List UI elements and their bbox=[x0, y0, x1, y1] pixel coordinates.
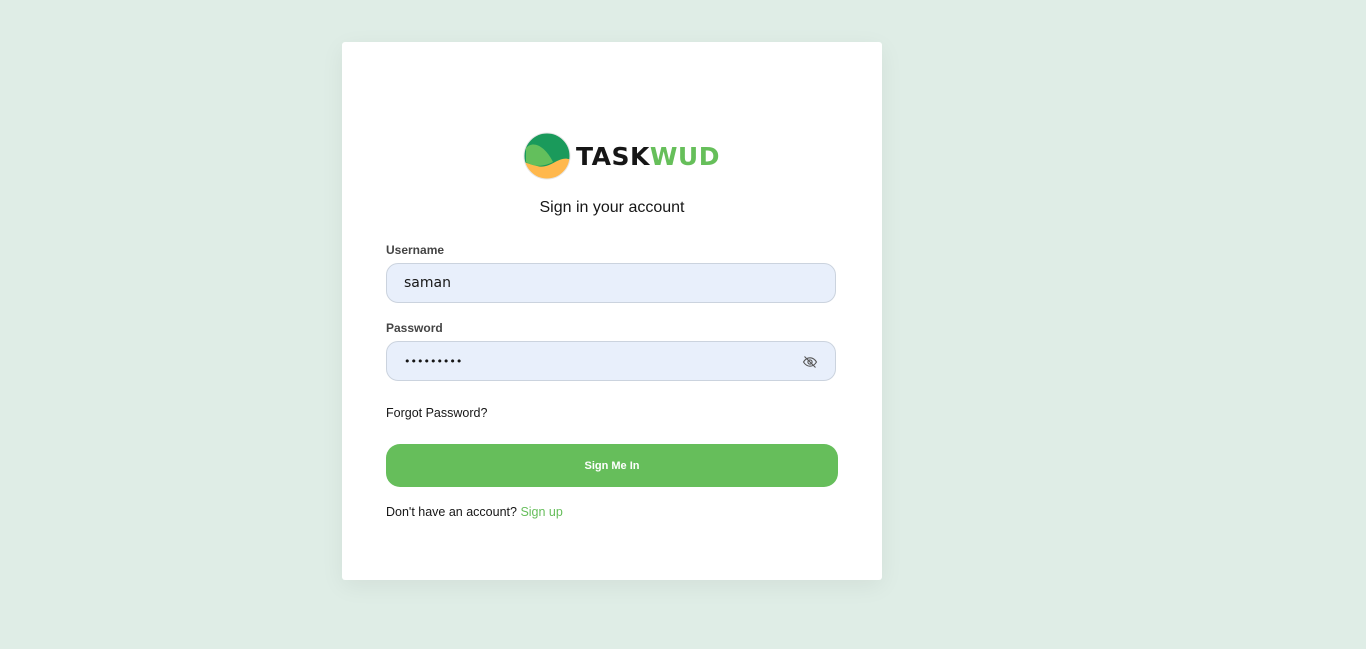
signup-link[interactable]: Sign up bbox=[520, 505, 562, 519]
signup-prompt: Don't have an account? Sign up bbox=[386, 505, 563, 519]
password-value: ••••••••• bbox=[404, 354, 463, 368]
username-value: saman bbox=[404, 275, 451, 291]
username-label: Username bbox=[386, 243, 445, 257]
password-field[interactable]: ••••••••• bbox=[386, 341, 836, 381]
brand-logo: TASKWUD bbox=[523, 132, 720, 180]
brand-name-green: WUD bbox=[649, 141, 720, 171]
login-card: TASKWUD Sign in your account Username sa… bbox=[342, 42, 882, 580]
no-account-text: Don't have an account? bbox=[386, 505, 517, 519]
taskwud-logo-icon bbox=[523, 132, 571, 180]
eye-off-icon[interactable] bbox=[802, 354, 818, 370]
forgot-password-link[interactable]: Forgot Password? bbox=[386, 406, 487, 420]
brand-name-dark: TASK bbox=[576, 141, 650, 171]
username-field[interactable]: saman bbox=[386, 263, 836, 303]
brand-name: TASKWUD bbox=[576, 144, 720, 169]
password-label: Password bbox=[386, 321, 443, 335]
page-subtitle: Sign in your account bbox=[539, 199, 685, 216]
sign-in-button[interactable]: Sign Me In bbox=[386, 444, 838, 487]
